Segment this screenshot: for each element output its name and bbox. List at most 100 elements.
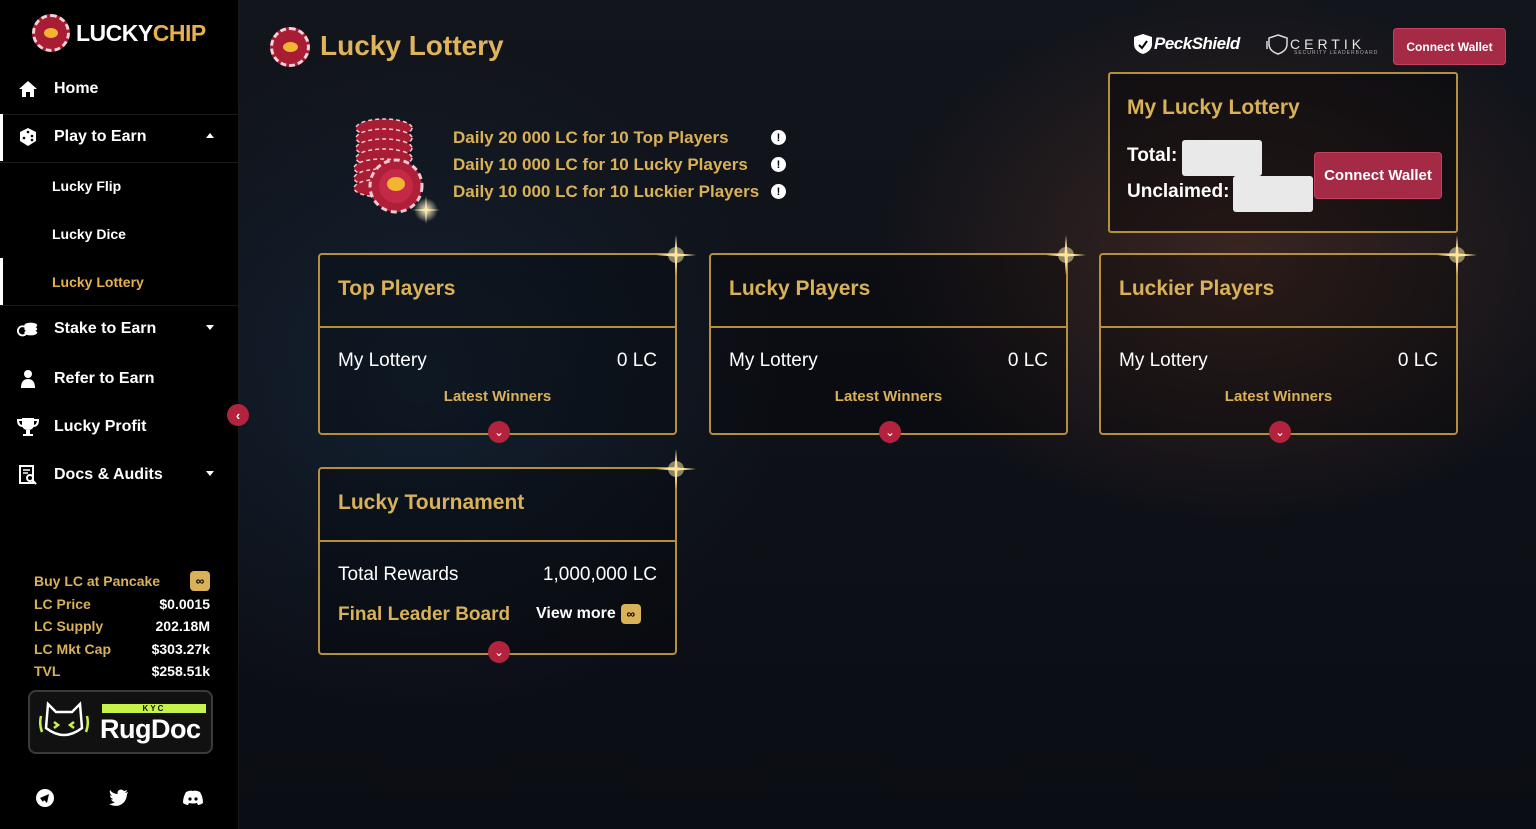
card-title: Lucky Tournament bbox=[338, 491, 525, 514]
stat-row: LC Price $0.0015 bbox=[34, 593, 210, 616]
collapse-sidebar-button[interactable]: ‹ bbox=[227, 404, 249, 426]
total-rewards-label: Total Rewards bbox=[338, 564, 459, 585]
buy-lc-row[interactable]: Buy LC at Pancake ∞ bbox=[34, 570, 210, 593]
nav-refer-to-earn[interactable]: Refer to Earn bbox=[0, 357, 239, 401]
nav-play-to-earn[interactable]: Play to Earn bbox=[0, 115, 239, 159]
rugdoc-kyc-badge[interactable]: KYC RugDoc bbox=[28, 690, 213, 754]
stat-value: 202.18M bbox=[155, 618, 210, 635]
divider bbox=[320, 326, 675, 328]
my-lottery-value: 0 LC bbox=[1007, 350, 1048, 371]
my-lottery-label: My Lottery bbox=[338, 350, 427, 371]
certik-shield-icon bbox=[1266, 34, 1288, 55]
my-lottery-value: 0 LC bbox=[1397, 350, 1438, 371]
nav-home[interactable]: Home bbox=[0, 67, 239, 111]
stat-label: LC Mkt Cap bbox=[34, 640, 111, 657]
link-icon: ∞ bbox=[620, 604, 641, 624]
stat-row: LC Supply 202.18M bbox=[34, 615, 210, 638]
card-title: Top Players bbox=[338, 277, 456, 300]
discord-icon[interactable] bbox=[182, 787, 204, 809]
nav-docs-audits[interactable]: Docs & Audits bbox=[0, 453, 239, 497]
stat-value: $0.0015 bbox=[159, 595, 210, 612]
connect-wallet-panel-button[interactable]: Connect Wallet bbox=[1314, 152, 1442, 199]
stat-label: TVL bbox=[34, 663, 61, 680]
my-lucky-lottery-title: My Lucky Lottery bbox=[1127, 96, 1300, 119]
nav-stake-to-earn-label: Stake to Earn bbox=[54, 320, 157, 337]
card-title: Luckier Players bbox=[1119, 277, 1275, 300]
total-value-placeholder bbox=[1182, 140, 1262, 176]
expand-chevron-button[interactable]: ⌄ bbox=[488, 641, 510, 663]
nav-refer-to-earn-label: Refer to Earn bbox=[54, 370, 155, 387]
chevron-up-icon bbox=[206, 133, 214, 138]
divider bbox=[320, 540, 675, 542]
coins-icon bbox=[17, 318, 39, 340]
nav-lucky-flip[interactable]: Lucky Flip bbox=[52, 178, 121, 194]
expand-chevron-button[interactable]: ⌄ bbox=[879, 421, 901, 443]
logo-text-chip: CHIP bbox=[152, 19, 206, 46]
chip-stack-image bbox=[350, 112, 440, 224]
my-lucky-lottery-panel: My Lucky Lottery Total: Unclaimed: Conne… bbox=[1108, 72, 1458, 233]
total-rewards-value: 1,000,000 LC bbox=[542, 564, 657, 585]
logo[interactable]: LUCKY CHIP bbox=[32, 14, 206, 52]
card-title: Lucky Players bbox=[729, 277, 871, 300]
nav-lucky-profit[interactable]: Lucky Profit bbox=[0, 405, 239, 449]
kyc-label: KYC bbox=[102, 704, 206, 713]
latest-winners-label: Latest Winners bbox=[1224, 388, 1333, 405]
chip-logo-icon bbox=[32, 14, 70, 52]
chevron-down-icon bbox=[206, 471, 214, 476]
unclaimed-label: Unclaimed: bbox=[1127, 181, 1230, 202]
stat-value: $258.51k bbox=[151, 663, 210, 680]
nav-lucky-lottery[interactable]: Lucky Lottery bbox=[52, 274, 144, 290]
sidebar: LUCKY CHIP Home Play to Earn Lucky Flip L… bbox=[0, 0, 239, 829]
home-icon bbox=[17, 78, 39, 100]
info-icon[interactable]: ! bbox=[771, 184, 786, 199]
divider bbox=[0, 305, 239, 306]
view-more-link[interactable]: View more ∞ bbox=[536, 604, 641, 624]
token-stats: Buy LC at Pancake ∞ LC Price $0.0015 LC … bbox=[34, 570, 210, 683]
peckshield-logo[interactable]: PeckShield bbox=[1132, 33, 1240, 55]
my-lottery-label: My Lottery bbox=[729, 350, 818, 371]
expand-chevron-button[interactable]: ⌄ bbox=[1269, 421, 1291, 443]
nav-docs-audits-label: Docs & Audits bbox=[54, 466, 163, 483]
peckshield-text: PeckShield bbox=[1154, 34, 1240, 53]
latest-winners-label: Latest Winners bbox=[443, 388, 552, 405]
promo-luckier-players: Daily 10 000 LC for 10 Luckier Players bbox=[453, 182, 760, 201]
buy-lc-link[interactable]: Buy LC at Pancake bbox=[34, 573, 160, 589]
pancake-link-icon[interactable]: ∞ bbox=[190, 571, 210, 592]
peckshield-shield-icon bbox=[1134, 34, 1152, 54]
promo-top-players: Daily 20 000 LC for 10 Top Players bbox=[453, 128, 729, 147]
lucky-players-card: Lucky Players My Lottery 0 LC Latest Win… bbox=[709, 253, 1068, 443]
certik-subtitle: SECURITY LEADERBOARD bbox=[1294, 50, 1379, 56]
nav-lucky-dice[interactable]: Lucky Dice bbox=[52, 226, 126, 242]
page-title: Lucky Lottery bbox=[320, 30, 504, 61]
stat-label: LC Price bbox=[34, 595, 91, 612]
luckier-players-card: Luckier Players My Lottery 0 LC Latest W… bbox=[1099, 253, 1458, 443]
telegram-icon[interactable] bbox=[34, 787, 56, 809]
latest-winners-label: Latest Winners bbox=[834, 388, 943, 405]
top-players-card: Top Players My Lottery 0 LC Latest Winne… bbox=[318, 253, 677, 443]
lottery-chip-icon bbox=[270, 27, 310, 67]
info-icon[interactable]: ! bbox=[771, 130, 786, 145]
divider bbox=[1101, 326, 1456, 328]
divider bbox=[711, 326, 1066, 328]
promo-lucky-players: Daily 10 000 LC for 10 Lucky Players bbox=[453, 155, 748, 174]
logo-text-lucky: LUCKY bbox=[76, 19, 153, 46]
connect-wallet-button[interactable]: Connect Wallet bbox=[1393, 28, 1506, 65]
rugdoc-cat-icon bbox=[36, 694, 92, 750]
my-lottery-label: My Lottery bbox=[1119, 350, 1208, 371]
certik-logo[interactable]: CERTIK SECURITY LEADERBOARD bbox=[1266, 33, 1377, 56]
unclaimed-value-placeholder bbox=[1233, 176, 1313, 212]
my-lottery-value: 0 LC bbox=[616, 350, 657, 371]
stat-value: $303.27k bbox=[151, 640, 210, 657]
expand-chevron-button[interactable]: ⌄ bbox=[488, 421, 510, 443]
nav-lucky-profit-label: Lucky Profit bbox=[54, 418, 147, 435]
trophy-icon bbox=[17, 416, 39, 438]
twitter-icon[interactable] bbox=[108, 787, 130, 809]
nav-stake-to-earn[interactable]: Stake to Earn bbox=[0, 307, 239, 351]
stat-row: TVL $258.51k bbox=[34, 660, 210, 683]
info-icon[interactable]: ! bbox=[771, 157, 786, 172]
stat-label: LC Supply bbox=[34, 618, 104, 635]
nav-home-label: Home bbox=[54, 80, 99, 97]
dice-icon bbox=[17, 126, 39, 148]
view-more-label: View more bbox=[536, 605, 616, 622]
stat-row: LC Mkt Cap $303.27k bbox=[34, 638, 210, 661]
